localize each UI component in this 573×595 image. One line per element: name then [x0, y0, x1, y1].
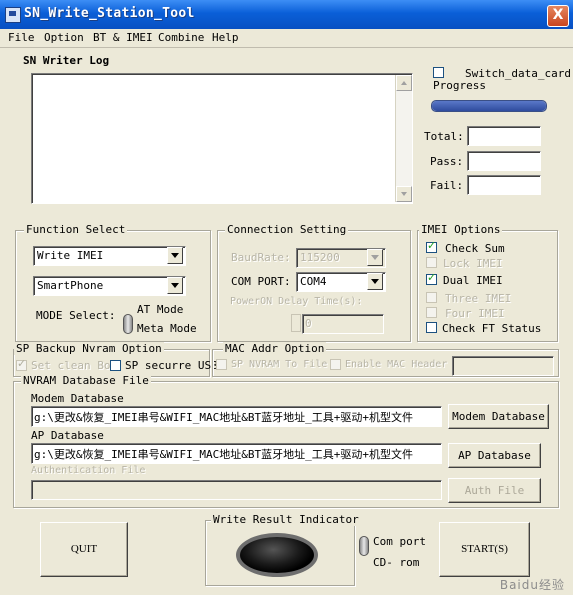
baudrate-label: BaudRate: [231, 251, 291, 264]
lock-imei-label: Lock IMEI [443, 257, 503, 270]
delay-field[interactable]: 0 [302, 314, 384, 334]
phone-type-combo[interactable]: SmartPhone [33, 276, 186, 296]
cd-rom-label: CD- rom [373, 556, 420, 569]
menu-bt-imei[interactable]: BT & IMEI [93, 31, 153, 44]
four-imei-label: Four IMEI [445, 307, 505, 320]
function-value: Write IMEI [37, 249, 104, 262]
baudrate-combo[interactable]: 115200 [296, 248, 386, 268]
mode-select-label: MODE Select: [36, 309, 116, 322]
pass-label: Pass: [430, 155, 464, 168]
poweron-delay-label: PowerON Delay Time(s): [230, 296, 363, 307]
three-imei-checkbox[interactable] [426, 292, 437, 303]
three-imei-label: Three IMEI [445, 292, 512, 305]
progress-fill [432, 101, 546, 111]
sp-secure-usb-checkbox[interactable] [110, 360, 121, 371]
ap-database-path[interactable]: g:\更改&恢复_IMEI串号&WIFI_MAC地址&BT蓝牙地址_工具+驱动+… [31, 443, 442, 464]
fail-field[interactable] [467, 175, 541, 195]
quit-button[interactable]: QUIT [40, 522, 128, 577]
enable-mac-header-checkbox[interactable] [330, 359, 341, 370]
sp-nvram-to-file-label: SP NVRAM To File [231, 359, 328, 370]
chevron-down-icon[interactable] [167, 247, 183, 264]
menu-help[interactable]: Help [212, 31, 239, 44]
sp-secure-usb-label: SP securre USB [125, 359, 218, 372]
at-mode-label: AT Mode [137, 303, 184, 316]
total-field[interactable] [467, 126, 541, 146]
enable-mac-header-label: Enable MAC Header [345, 359, 448, 370]
com-port-combo[interactable]: COM4 [296, 272, 386, 292]
set-clean-boot-checkbox[interactable] [16, 357, 27, 371]
connection-setting-title: Connection Setting [225, 223, 349, 236]
menu-combine[interactable]: Combine [158, 31, 204, 44]
ap-database-path-text: g:\更改&恢复_IMEI串号&WIFI_MAC地址&BT蓝牙地址_工具+驱动+… [34, 448, 413, 461]
sp-backup-title: SP Backup Nvram Option [14, 342, 164, 355]
authentication-file-path[interactable] [31, 480, 442, 500]
scroll-down-icon[interactable] [396, 186, 412, 202]
pass-field[interactable] [467, 151, 541, 171]
nvram-database-title: NVRAM Database File [21, 374, 151, 387]
indicator-title: Write Result Indicator [211, 513, 361, 526]
progress-label: Progress [433, 79, 486, 92]
menu-file[interactable]: File [8, 31, 35, 44]
menu-option[interactable]: Option [44, 31, 84, 44]
title-bar[interactable]: SN_Write_Station_Tool X [0, 0, 573, 29]
mac-header-field[interactable] [452, 356, 554, 376]
com-port-cdrom-toggle[interactable] [359, 536, 369, 556]
window-title: SN_Write_Station_Tool [24, 6, 195, 21]
authentication-file-label: Authentication File [31, 465, 146, 476]
start-button[interactable]: START(S) [439, 522, 530, 577]
mode-toggle-switch[interactable] [123, 314, 133, 334]
app-icon [5, 7, 21, 23]
close-button[interactable]: X [547, 5, 569, 27]
delay-spinner[interactable] [291, 314, 301, 332]
delay-value: 0 [305, 317, 312, 330]
ap-database-label: AP Database [31, 429, 104, 442]
check-ft-status-label: Check FT Status [442, 322, 542, 335]
lock-imei-checkbox[interactable] [426, 257, 437, 268]
modem-database-path[interactable]: g:\更改&恢复_IMEI串号&WIFI_MAC地址&BT蓝牙地址_工具+驱动+… [31, 406, 442, 427]
set-clean-boot-label: Set clean Boo [31, 359, 118, 372]
imei-options-title: IMEI Options [419, 223, 503, 236]
check-sum-checkbox[interactable] [426, 239, 437, 253]
check-sum-label: Check Sum [445, 242, 505, 255]
progress-bar [431, 100, 547, 112]
ap-database-button[interactable]: AP Database [448, 443, 541, 468]
modem-database-label: Modem Database [31, 392, 124, 405]
com-port-label: Com port [373, 535, 426, 548]
auth-file-button[interactable]: Auth File [448, 478, 541, 503]
chevron-down-icon[interactable] [367, 249, 383, 266]
check-ft-status-checkbox[interactable] [426, 322, 437, 333]
chevron-down-icon[interactable] [167, 277, 183, 294]
com-port-label: COM PORT: [231, 275, 291, 288]
mac-addr-title: MAC Addr Option [223, 342, 327, 355]
write-result-indicator [236, 533, 318, 577]
com-port-value: COM4 [300, 275, 327, 288]
total-label: Total: [424, 130, 464, 143]
meta-mode-label: Meta Mode [137, 322, 197, 335]
baudrate-value: 115200 [300, 251, 340, 264]
function-select-title: Function Select [24, 223, 128, 236]
log-scrollbar[interactable] [395, 75, 412, 202]
modem-database-button[interactable]: Modem Database [448, 404, 549, 429]
modem-database-path-text: g:\更改&恢复_IMEI串号&WIFI_MAC地址&BT蓝牙地址_工具+驱动+… [34, 411, 413, 424]
log-textarea[interactable] [31, 73, 413, 204]
dual-imei-checkbox[interactable] [426, 271, 437, 285]
switch-data-card-checkbox[interactable] [433, 67, 444, 78]
four-imei-checkbox[interactable] [426, 307, 437, 318]
fail-label: Fail: [430, 179, 464, 192]
scroll-up-icon[interactable] [396, 75, 412, 91]
watermark: Baidu经验 [499, 578, 565, 592]
phone-type-value: SmartPhone [37, 279, 104, 292]
dual-imei-label: Dual IMEI [443, 274, 503, 287]
menu-bar: File Option BT & IMEI Combine Help [0, 29, 573, 48]
function-combo[interactable]: Write IMEI [33, 246, 186, 266]
sp-nvram-to-file-checkbox[interactable] [216, 359, 227, 370]
chevron-down-icon[interactable] [367, 273, 383, 290]
log-title: SN Writer Log [23, 54, 110, 67]
